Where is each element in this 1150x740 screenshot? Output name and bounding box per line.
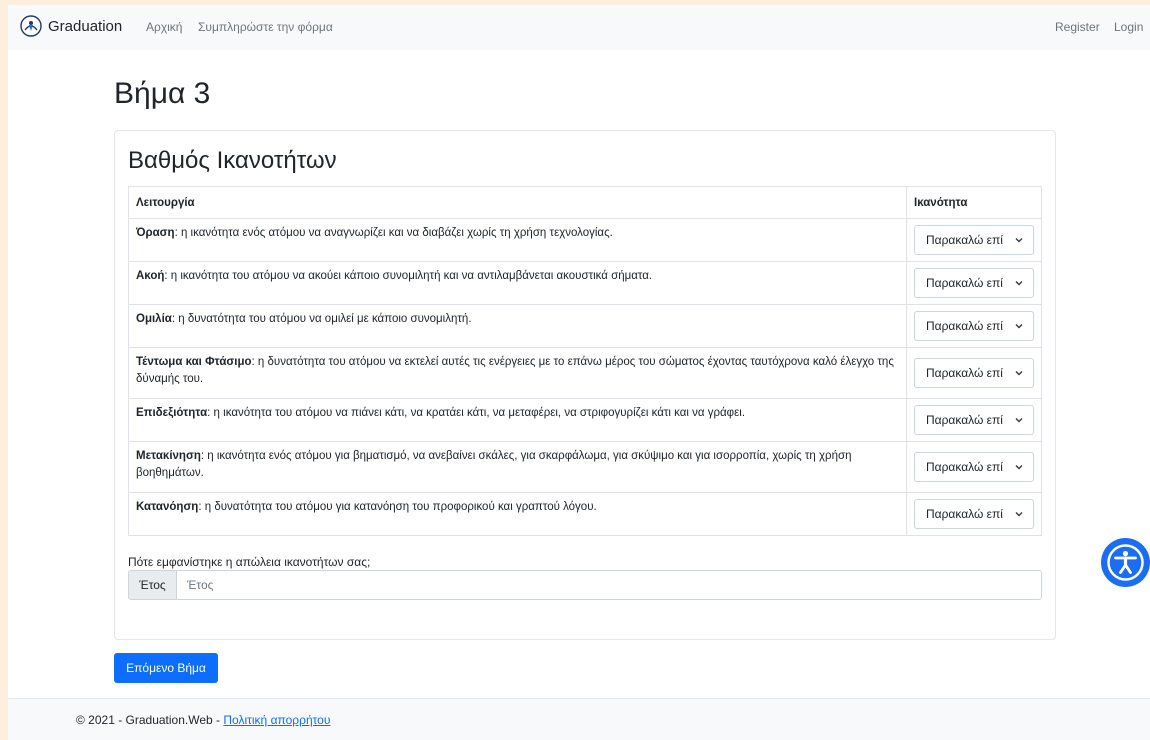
select-value: Παρακαλώ επί: [926, 276, 1003, 290]
row-description: Επιδεξιότητα: η ικανότητα του ατόμου να …: [128, 398, 907, 442]
ability-select-mobility[interactable]: Παρακαλώ επί: [914, 452, 1034, 482]
select-value: Παρακαλώ επί: [926, 413, 1003, 427]
chevron-down-icon: [1015, 512, 1023, 517]
row-ability-cell: Παρακαλώ επί: [906, 261, 1042, 305]
select-value: Παρακαλώ επί: [926, 233, 1003, 247]
card-title: Βαθμός Ικανοτήτων: [128, 147, 337, 174]
table-row: Ακοή: η ικανότητα του ατόμου να ακούει κ…: [128, 261, 1042, 305]
row-function-name: Κατανόηση: [136, 501, 199, 513]
accessibility-button[interactable]: [1101, 538, 1150, 587]
row-function-name: Ομιλία: [136, 313, 172, 325]
ability-select-speech[interactable]: Παρακαλώ επί: [914, 311, 1034, 341]
row-description: Ομιλία: η δυνατότητα του ατόμου να ομιλε…: [128, 304, 907, 348]
abilities-card: Βαθμός Ικανοτήτων Λειτουργία Ικανότητα Ό…: [114, 130, 1056, 640]
row-ability-cell: Παρακαλώ επί: [906, 347, 1042, 399]
table-row: Μετακίνηση: η ικανότητα ενός ατόμου για …: [128, 441, 1042, 493]
row-function-name: Όραση: [136, 227, 175, 239]
select-value: Παρακαλώ επί: [926, 366, 1003, 380]
table-row: Κατανόηση: η δυνατότητα του ατόμου για κ…: [128, 492, 1042, 536]
table-row: Επιδεξιότητα: η ικανότητα του ατόμου να …: [128, 398, 1042, 442]
table-row: Ομιλία: η δυνατότητα του ατόμου να ομιλε…: [128, 304, 1042, 348]
page-title: Βήμα 3: [114, 77, 211, 110]
navbar: Graduation Αρχική Συμπληρώστε την φόρμα …: [8, 5, 1150, 50]
brand-text: Graduation: [48, 17, 123, 35]
row-function-text: : η δυνατότητα του ατόμου να ομιλεί με κ…: [171, 313, 472, 325]
row-function-text: : η ικανότητα του ατόμου να ακούει κάποι…: [164, 270, 653, 282]
row-description: Τέντωμα και Φτάσιμο: η δυνατότητα του ατ…: [128, 347, 907, 399]
row-ability-cell: Παρακαλώ επί: [906, 304, 1042, 348]
chevron-down-icon: [1015, 418, 1023, 423]
row-function-text: : η δυνατότητα του ατόμου για κατανόηση …: [198, 501, 597, 513]
nav-link-fill-form[interactable]: Συμπληρώστε την φόρμα: [198, 20, 333, 34]
ability-select-vision[interactable]: Παρακαλώ επί: [914, 225, 1034, 255]
ability-select-hearing[interactable]: Παρακαλώ επί: [914, 268, 1034, 298]
next-step-button[interactable]: Επόμενο Βήμα: [114, 653, 218, 683]
column-header-function: Λειτουργία: [128, 186, 907, 219]
row-description: Όραση: η ικανότητα ενός ατόμου να αναγνω…: [128, 218, 907, 262]
chevron-down-icon: [1015, 465, 1023, 470]
abilities-table: Λειτουργία Ικανότητα Όραση: η ικανότητα …: [128, 186, 1042, 536]
row-function-text: : η ικανότητα του ατόμου να πιάνει κάτι,…: [207, 407, 746, 419]
row-ability-cell: Παρακαλώ επί: [906, 492, 1042, 536]
chevron-down-icon: [1015, 238, 1023, 243]
row-function-name: Επιδεξιότητα: [136, 407, 208, 419]
row-ability-cell: Παρακαλώ επί: [906, 218, 1042, 262]
column-header-ability: Ικανότητα: [906, 186, 1042, 219]
nav-link-register[interactable]: Register: [1055, 20, 1100, 34]
row-function-text: : η ικανότητα ενός ατόμου για βηματισμό,…: [136, 450, 852, 479]
table-header-row: Λειτουργία Ικανότητα: [128, 186, 1042, 219]
onset-question-label: Πότε εμφανίστηκε η απώλεια ικανοτήτων σα…: [128, 555, 371, 569]
ability-select-reach[interactable]: Παρακαλώ επί: [914, 358, 1034, 388]
row-ability-cell: Παρακαλώ επί: [906, 441, 1042, 493]
brand-link[interactable]: Graduation: [20, 12, 122, 40]
accessibility-icon: [1107, 544, 1144, 581]
select-value: Παρακαλώ επί: [926, 507, 1003, 521]
year-input[interactable]: [177, 571, 1041, 599]
table-row: Τέντωμα και Φτάσιμο: η δυνατότητα του ατ…: [128, 347, 1042, 399]
row-function-name: Τέντωμα και Φτάσιμο: [136, 356, 252, 368]
row-function-name: Μετακίνηση: [136, 450, 201, 462]
ability-select-comprehension[interactable]: Παρακαλώ επί: [914, 499, 1034, 529]
table-row: Όραση: η ικανότητα ενός ατόμου να αναγνω…: [128, 218, 1042, 262]
page: Graduation Αρχική Συμπληρώστε την φόρμα …: [8, 5, 1150, 740]
footer-copyright: © 2021 - Graduation.Web -: [76, 713, 224, 727]
footer-text: © 2021 - Graduation.Web - Πολιτική απορρ…: [76, 713, 330, 727]
ability-select-dexterity[interactable]: Παρακαλώ επί: [914, 405, 1034, 435]
select-value: Παρακαλώ επί: [926, 460, 1003, 474]
year-input-group: Έτος: [128, 570, 1042, 600]
nav-link-login[interactable]: Login: [1114, 20, 1143, 34]
privacy-policy-link[interactable]: Πολιτική απορρήτου: [223, 713, 330, 727]
chevron-down-icon: [1015, 324, 1023, 329]
select-value: Παρακαλώ επί: [926, 319, 1003, 333]
row-description: Κατανόηση: η δυνατότητα του ατόμου για κ…: [128, 492, 907, 536]
footer: © 2021 - Graduation.Web - Πολιτική απορρ…: [8, 698, 1150, 740]
row-function-text: : η ικανότητα ενός ατόμου να αναγνωρίζει…: [174, 227, 613, 239]
row-description: Ακοή: η ικανότητα του ατόμου να ακούει κ…: [128, 261, 907, 305]
row-function-name: Ακοή: [136, 270, 165, 282]
year-addon: Έτος: [129, 571, 177, 599]
chevron-down-icon: [1015, 371, 1023, 376]
nav-link-home[interactable]: Αρχική: [146, 20, 182, 34]
row-description: Μετακίνηση: η ικανότητα ενός ατόμου για …: [128, 441, 907, 493]
chevron-down-icon: [1015, 281, 1023, 286]
row-ability-cell: Παρακαλώ επί: [906, 398, 1042, 442]
graduation-logo-icon: [20, 15, 42, 37]
